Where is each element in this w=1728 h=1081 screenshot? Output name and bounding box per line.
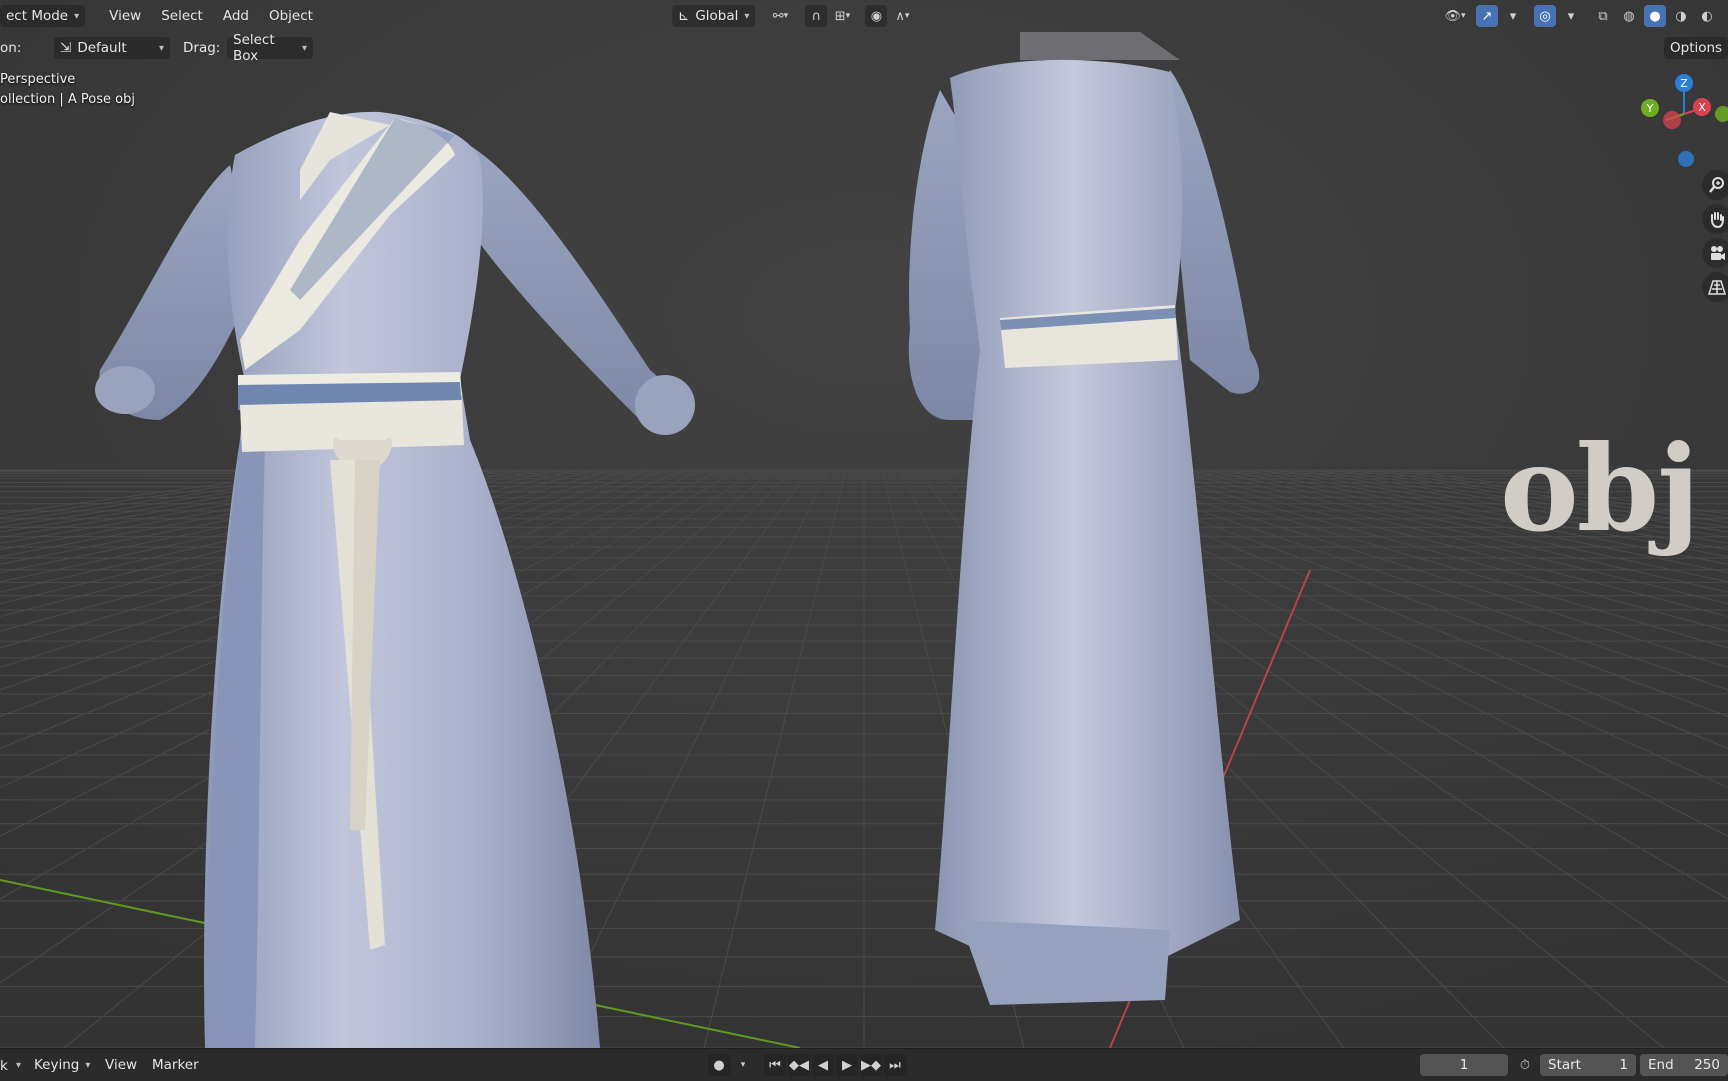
camera-icon[interactable] xyxy=(1702,238,1728,268)
pivot-value: Default xyxy=(77,40,127,56)
drag-value: Select Box xyxy=(233,32,275,64)
svg-text:Z: Z xyxy=(1680,77,1688,90)
chevron-down-icon[interactable]: ▾ xyxy=(732,1054,754,1076)
perspective-grid-icon[interactable] xyxy=(1702,272,1728,302)
mode-label: ect Mode xyxy=(6,8,69,24)
menu-object[interactable]: Object xyxy=(259,5,323,27)
drag-label: Drag: xyxy=(183,40,221,56)
falloff-curve-icon[interactable]: ∧ ▾ xyxy=(891,5,913,27)
3d-viewport[interactable]: obj Perspective ollection | A Pose obj Z… xyxy=(0,0,1728,1048)
auto-keying-record-icon[interactable]: ● xyxy=(708,1054,730,1076)
mode-dropdown[interactable]: ect Mode ▾ xyxy=(0,5,86,27)
chevron-down-icon[interactable]: ▾ xyxy=(1560,5,1582,27)
material-shading-icon[interactable]: ◑ xyxy=(1670,5,1692,27)
jump-start-icon[interactable]: ⏮ xyxy=(764,1054,786,1076)
wireframe-shading-icon[interactable]: ◍ xyxy=(1618,5,1640,27)
timeline-marker-menu[interactable]: Marker xyxy=(142,1054,209,1076)
orientation-label: on: xyxy=(0,40,22,56)
xray-toggle-icon[interactable]: ⧉ xyxy=(1592,5,1614,27)
chevron-down-icon: ▾ xyxy=(85,1059,91,1071)
zoom-icon[interactable] xyxy=(1702,170,1728,200)
visibility-eye-icon[interactable]: 👁 ▾ xyxy=(1444,5,1466,27)
navigation-gizmo[interactable]: Z X Y xyxy=(1640,70,1728,170)
next-keyframe-icon[interactable]: ▶◆ xyxy=(860,1054,882,1076)
keying-dropdown[interactable]: Keying ▾ xyxy=(28,1054,96,1076)
orientation-icon: ⊾ xyxy=(678,8,690,24)
options-dropdown[interactable]: Options ▾ xyxy=(1664,37,1728,59)
chevron-down-icon: ▾ xyxy=(744,10,750,22)
timeline-mode-dropdown[interactable]: ▾ xyxy=(10,1054,27,1076)
hand-pan-icon[interactable] xyxy=(1702,204,1728,234)
pivot-icon: ⇲ xyxy=(60,40,72,56)
orientation-label: Global xyxy=(695,8,739,24)
timeline-view-menu[interactable]: View xyxy=(95,1054,147,1076)
chevron-down-icon: ▾ xyxy=(16,1059,22,1071)
snap-magnet-icon[interactable]: ∩ xyxy=(805,5,828,27)
rendered-shading-icon[interactable]: ◐ xyxy=(1696,5,1718,27)
end-label: End xyxy=(1648,1057,1674,1073)
end-frame-field[interactable]: End 250 xyxy=(1640,1054,1728,1076)
pivot-link-icon[interactable]: ⚯ ▾ xyxy=(769,5,791,27)
svg-text:X: X xyxy=(1698,101,1706,114)
view-name: Perspective xyxy=(0,72,76,87)
start-frame-field[interactable]: Start 1 xyxy=(1540,1054,1636,1076)
options-label: Options xyxy=(1670,40,1723,56)
chevron-down-icon[interactable]: ▾ xyxy=(1502,5,1524,27)
timeline-mode[interactable]: k xyxy=(0,1058,8,1074)
scene-render xyxy=(0,0,1728,1048)
chevron-down-icon: ▾ xyxy=(301,42,307,54)
current-frame-field[interactable]: 1 xyxy=(1420,1054,1508,1076)
play-icon[interactable]: ▶ xyxy=(836,1054,858,1076)
prev-keyframe-icon[interactable]: ◆◀ xyxy=(788,1054,810,1076)
drag-dropdown[interactable]: Select Box ▾ xyxy=(227,32,313,64)
start-value: 1 xyxy=(1619,1057,1628,1073)
start-label: Start xyxy=(1548,1057,1581,1073)
jump-end-icon[interactable]: ⏭ xyxy=(884,1054,906,1076)
keying-label: Keying xyxy=(34,1057,80,1073)
play-reverse-icon[interactable]: ◀ xyxy=(812,1054,834,1076)
timeline-header: k ▾ Keying ▾ View Marker ● ▾ ⏮ ◆◀ ◀ ▶ ▶◆… xyxy=(0,1048,1728,1081)
tool-header: on: ⇲ Default ▾ Drag: Select Box ▾ Optio… xyxy=(0,32,1728,64)
menu-add[interactable]: Add xyxy=(213,5,259,27)
menu-view[interactable]: View xyxy=(99,5,151,27)
viewport-header: ect Mode ▾ View Select Add Object ⊾ Glob… xyxy=(0,0,1728,32)
snap-increment-icon[interactable]: ⊞ ▾ xyxy=(831,5,853,27)
solid-shading-icon[interactable]: ● xyxy=(1644,5,1666,27)
chevron-down-icon: ▾ xyxy=(74,10,80,22)
pivot-dropdown[interactable]: ⇲ Default ▾ xyxy=(54,37,170,59)
overlays-toggle-icon[interactable]: ◎ xyxy=(1534,5,1556,27)
proportional-edit-icon[interactable]: ◉ xyxy=(865,5,888,27)
transform-orientation-dropdown[interactable]: ⊾ Global ▾ xyxy=(672,5,756,27)
collection-info: ollection | A Pose obj xyxy=(0,92,135,107)
svg-text:Y: Y xyxy=(1646,102,1654,115)
chevron-down-icon: ▾ xyxy=(158,42,164,54)
gizmo-toggle-icon[interactable]: ↗ xyxy=(1476,5,1498,27)
obj-watermark: obj xyxy=(1500,419,1700,558)
stopwatch-icon[interactable]: ⏱ xyxy=(1514,1054,1536,1076)
menu-select[interactable]: Select xyxy=(151,5,213,27)
end-value: 250 xyxy=(1694,1057,1720,1073)
